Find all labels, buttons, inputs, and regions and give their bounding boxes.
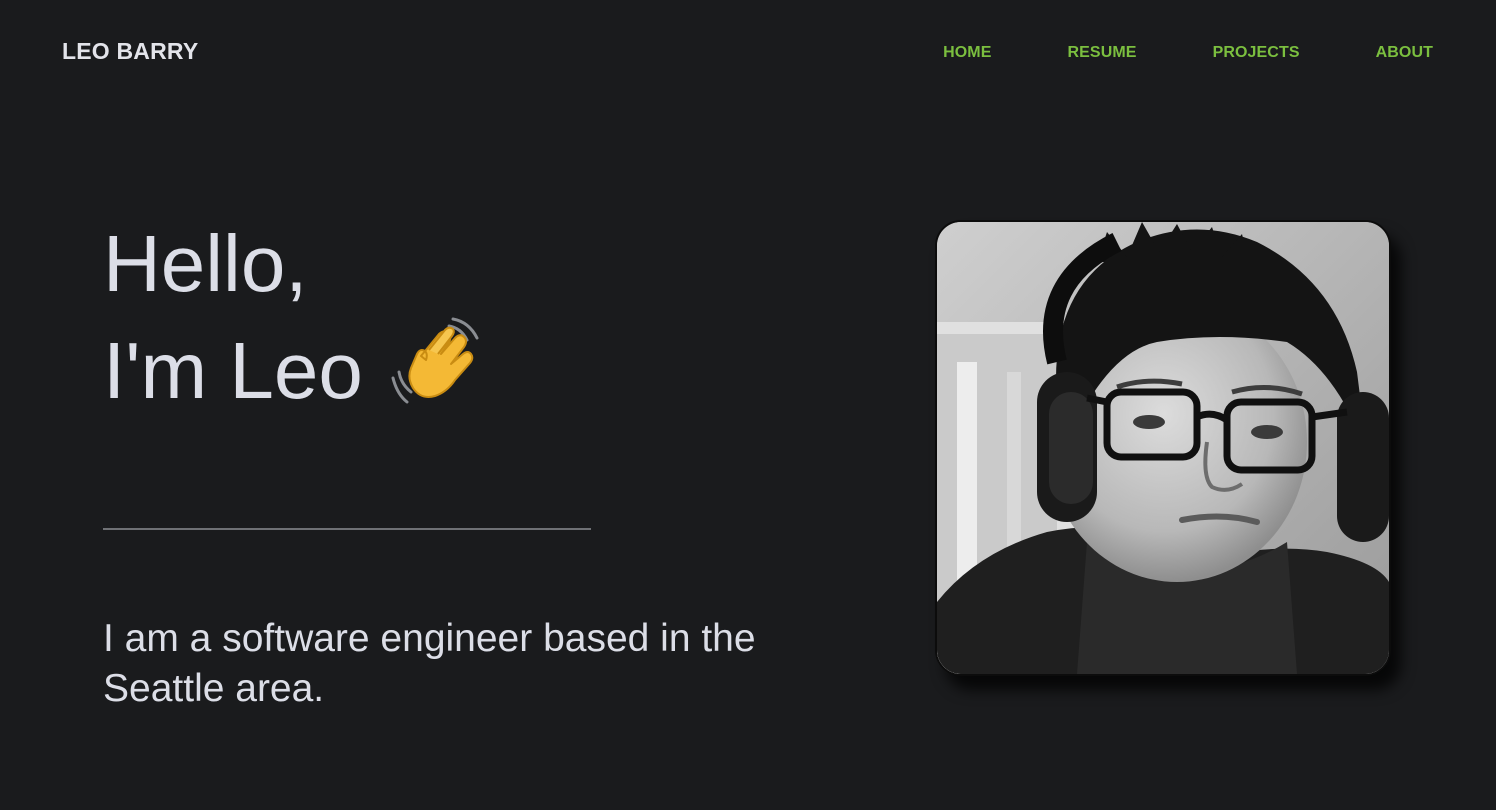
site-header: LEO BARRY HOME RESUME PROJECTS ABOUT (0, 0, 1496, 100)
nav-resume[interactable]: RESUME (1068, 44, 1137, 62)
section-divider (103, 528, 591, 530)
hero-title: Hello, I'm Leo (103, 212, 483, 423)
profile-photo (935, 220, 1391, 676)
waving-hand-icon (391, 316, 483, 408)
intro-text: I am a software engineer based in the Se… (103, 617, 756, 710)
nav-home[interactable]: HOME (943, 44, 991, 62)
nav-projects[interactable]: PROJECTS (1213, 44, 1300, 62)
main-nav: HOME RESUME PROJECTS ABOUT (943, 44, 1433, 62)
greeting-line-2: I'm Leo (103, 316, 483, 423)
nav-about[interactable]: ABOUT (1376, 44, 1433, 62)
brand-logo[interactable]: LEO BARRY (62, 38, 198, 65)
greeting-name: I'm Leo (103, 326, 363, 415)
greeting-line-1: Hello, (103, 219, 308, 308)
